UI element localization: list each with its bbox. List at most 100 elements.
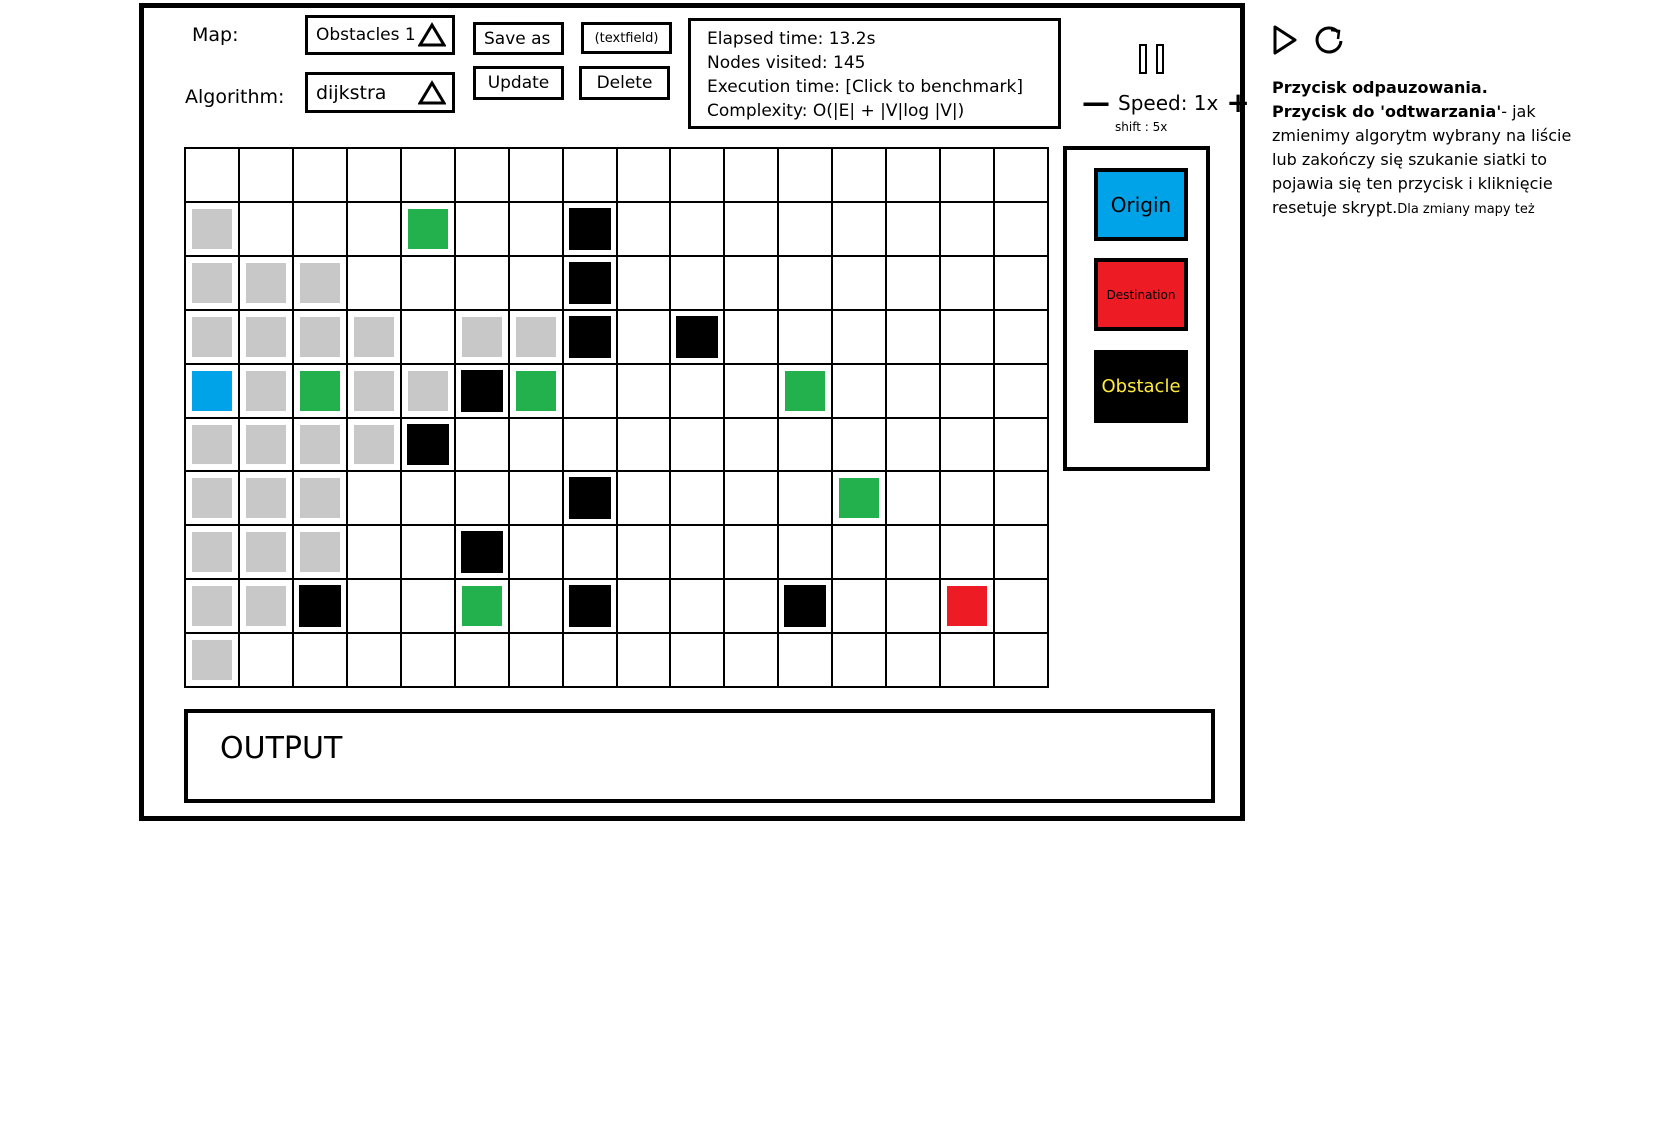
grid-cell-empty[interactable]	[562, 148, 617, 202]
grid-cell-empty[interactable]	[400, 148, 455, 202]
grid-cell-empty[interactable]	[886, 201, 941, 256]
grid-cell-empty[interactable]	[616, 363, 671, 418]
grid-cell-empty[interactable]	[670, 579, 725, 634]
grid-cell-empty[interactable]	[778, 309, 833, 364]
algorithm-dropdown[interactable]: dijkstra	[305, 72, 455, 113]
grid-cell-empty[interactable]	[724, 255, 779, 310]
grid-cell-empty[interactable]	[994, 363, 1048, 418]
grid-cell-visited[interactable]	[185, 309, 239, 364]
grid-cell-visited[interactable]	[454, 309, 509, 364]
grid-cell-visited[interactable]	[292, 417, 347, 472]
grid-cell-empty[interactable]	[994, 255, 1048, 310]
grid-cell-empty[interactable]	[346, 633, 401, 687]
delete-button[interactable]: Delete	[579, 66, 670, 100]
grid-cell-destination[interactable]	[940, 579, 995, 634]
grid-cell-empty[interactable]	[508, 471, 563, 526]
grid-cell-empty[interactable]	[940, 148, 995, 202]
reset-icon[interactable]	[1312, 24, 1346, 58]
grid-cell-visited[interactable]	[238, 417, 293, 472]
grid-cell-path[interactable]	[508, 363, 563, 418]
grid-cell-path[interactable]	[454, 579, 509, 634]
grid-cell-empty[interactable]	[778, 201, 833, 256]
speed-increase-button[interactable]: +	[1226, 89, 1249, 117]
grid-cell-empty[interactable]	[832, 201, 887, 256]
grid-cell-empty[interactable]	[670, 633, 725, 687]
grid-cell-obstacle[interactable]	[562, 579, 617, 634]
grid-cell-empty[interactable]	[562, 417, 617, 472]
grid-cell-empty[interactable]	[238, 633, 293, 687]
grid-cell-empty[interactable]	[670, 471, 725, 526]
grid-cell-visited[interactable]	[346, 417, 401, 472]
grid-cell-visited[interactable]	[238, 471, 293, 526]
grid-cell-empty[interactable]	[454, 417, 509, 472]
speed-decrease-button[interactable]: —	[1082, 89, 1110, 117]
grid-cell-empty[interactable]	[724, 309, 779, 364]
play-icon[interactable]	[1272, 24, 1298, 56]
grid-cell-obstacle[interactable]	[562, 309, 617, 364]
grid-cell-visited[interactable]	[400, 363, 455, 418]
grid-cell-obstacle[interactable]	[454, 525, 509, 580]
name-textfield[interactable]: (textfield)	[581, 22, 672, 54]
grid-cell-empty[interactable]	[508, 525, 563, 580]
grid-cell-empty[interactable]	[292, 633, 347, 687]
grid-cell-empty[interactable]	[508, 417, 563, 472]
grid-cell-empty[interactable]	[778, 255, 833, 310]
grid-cell-visited[interactable]	[185, 255, 239, 310]
grid-cell-empty[interactable]	[940, 633, 995, 687]
grid-cell-empty[interactable]	[832, 525, 887, 580]
grid-cell-empty[interactable]	[886, 633, 941, 687]
grid-cell-visited[interactable]	[238, 579, 293, 634]
grid-cell-visited[interactable]	[238, 525, 293, 580]
grid-cell-visited[interactable]	[238, 309, 293, 364]
grid-cell-visited[interactable]	[508, 309, 563, 364]
grid-cell-empty[interactable]	[400, 579, 455, 634]
grid-cell-visited[interactable]	[185, 633, 239, 687]
grid-cell-empty[interactable]	[832, 633, 887, 687]
grid-cell-visited[interactable]	[238, 255, 293, 310]
grid-cell-obstacle[interactable]	[562, 471, 617, 526]
grid-cell-path[interactable]	[832, 471, 887, 526]
grid-cell-empty[interactable]	[886, 255, 941, 310]
grid-cell-visited[interactable]	[346, 363, 401, 418]
grid-cell-empty[interactable]	[994, 148, 1048, 202]
grid-cell-empty[interactable]	[940, 525, 995, 580]
grid-cell-empty[interactable]	[832, 363, 887, 418]
grid-cell-empty[interactable]	[400, 309, 455, 364]
grid-cell-empty[interactable]	[292, 201, 347, 256]
grid-cell-empty[interactable]	[670, 363, 725, 418]
grid-cell-empty[interactable]	[670, 255, 725, 310]
origin-tool-button[interactable]: Origin	[1094, 168, 1188, 241]
grid-cell-empty[interactable]	[994, 525, 1048, 580]
grid-cell-origin[interactable]	[185, 363, 239, 418]
grid-cell-empty[interactable]	[940, 255, 995, 310]
grid-cell-obstacle[interactable]	[670, 309, 725, 364]
grid-cell-empty[interactable]	[886, 417, 941, 472]
grid-cell-empty[interactable]	[724, 148, 779, 202]
grid-cell-empty[interactable]	[778, 471, 833, 526]
grid-cell-empty[interactable]	[346, 525, 401, 580]
grid-cell-empty[interactable]	[940, 363, 995, 418]
grid-cell-empty[interactable]	[454, 148, 509, 202]
obstacle-tool-button[interactable]: Obstacle	[1094, 350, 1188, 423]
grid-cell-empty[interactable]	[616, 417, 671, 472]
grid-cell-empty[interactable]	[616, 148, 671, 202]
grid-cell-empty[interactable]	[616, 471, 671, 526]
grid-cell-obstacle[interactable]	[562, 201, 617, 256]
pathfinding-grid[interactable]	[184, 147, 1049, 688]
grid-cell-empty[interactable]	[940, 201, 995, 256]
grid-cell-empty[interactable]	[508, 201, 563, 256]
grid-cell-empty[interactable]	[724, 417, 779, 472]
grid-cell-empty[interactable]	[400, 633, 455, 687]
grid-cell-path[interactable]	[778, 363, 833, 418]
grid-cell-empty[interactable]	[562, 633, 617, 687]
map-dropdown[interactable]: Obstacles 1	[305, 15, 455, 55]
grid-cell-empty[interactable]	[670, 525, 725, 580]
grid-cell-empty[interactable]	[185, 148, 239, 202]
grid-cell-empty[interactable]	[886, 309, 941, 364]
grid-cell-empty[interactable]	[724, 471, 779, 526]
destination-tool-button[interactable]: Destination	[1094, 258, 1188, 331]
grid-cell-empty[interactable]	[886, 525, 941, 580]
grid-cell-obstacle[interactable]	[778, 579, 833, 634]
grid-cell-empty[interactable]	[616, 201, 671, 256]
grid-cell-empty[interactable]	[778, 148, 833, 202]
